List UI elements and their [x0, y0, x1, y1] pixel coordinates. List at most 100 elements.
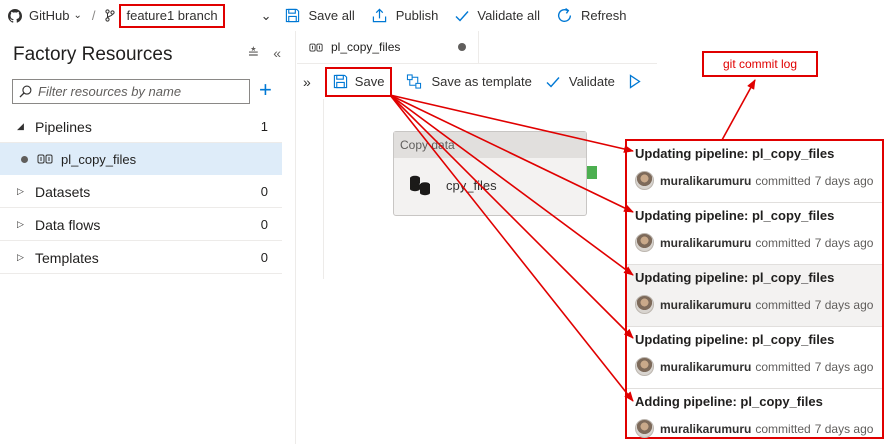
commit-time: 7 days ago	[814, 173, 874, 188]
filter-box[interactable]	[12, 79, 250, 104]
editor-tab-bar: pl_copy_files	[297, 31, 657, 63]
expanded-triangle-icon[interactable]: ◢	[17, 121, 35, 132]
tree-item-pipelines[interactable]: ◢ Pipelines 1	[0, 111, 282, 143]
panel-actions: ≛ «	[247, 45, 281, 62]
filter-input[interactable]	[38, 84, 238, 99]
tree-item-count: 1	[260, 119, 268, 134]
commit-time: 7 days ago	[814, 235, 874, 250]
publish-label: Publish	[395, 8, 439, 23]
save-icon	[333, 74, 347, 89]
validate-button[interactable]: Validate	[546, 74, 615, 89]
commit-action: committed	[755, 359, 811, 374]
double-chevron-left-icon[interactable]: «	[273, 45, 281, 62]
check-icon	[546, 76, 560, 88]
tree-item-label: Data flows	[35, 216, 101, 233]
save-icon	[286, 8, 300, 23]
tree-item-templates[interactable]: ▷ Templates 0	[0, 242, 282, 274]
refresh-icon	[558, 8, 572, 23]
debug-button[interactable]	[629, 74, 641, 89]
commit-action: committed	[755, 235, 811, 250]
refresh-button[interactable]: Refresh	[556, 0, 627, 31]
commit-meta: muralikarumuru committed 7 days ago	[635, 295, 873, 314]
activity-body: cpy_files	[394, 158, 586, 196]
repo-selector[interactable]: GitHub ⌄	[8, 0, 82, 31]
collapsed-triangle-icon[interactable]: ▷	[17, 186, 35, 197]
activity-type: Copy data	[394, 132, 586, 158]
collapse-icon[interactable]: ≛	[247, 45, 259, 62]
save-label: Save	[354, 74, 385, 89]
commit-action: committed	[755, 173, 811, 188]
commit-meta: muralikarumuru committed 7 days ago	[635, 419, 873, 438]
commit-author: muralikarumuru	[660, 235, 752, 250]
github-icon	[8, 8, 22, 23]
tab-label: pl_copy_files	[331, 40, 401, 54]
expand-icon[interactable]: »	[303, 74, 311, 90]
top-toolbar: GitHub ⌄ / feature1 branch ⌄ Save all Pu…	[0, 0, 656, 31]
tree-item-pl-copy-files[interactable]: pl_copy_files	[0, 143, 282, 175]
commit-action: committed	[755, 297, 811, 312]
save-as-template-label: Save as template	[431, 74, 532, 89]
tree-item-count: 0	[260, 184, 268, 199]
tab-pl-copy-files[interactable]: pl_copy_files	[297, 31, 479, 63]
breadcrumb-separator: /	[91, 8, 96, 23]
tree-item-label: Datasets	[35, 183, 91, 200]
save-all-button[interactable]: Save all	[285, 0, 355, 31]
commit-meta: muralikarumuru committed 7 days ago	[635, 357, 873, 376]
publish-icon	[372, 8, 386, 23]
commit-meta: muralikarumuru committed 7 days ago	[635, 171, 873, 190]
tree-item-label: pl_copy_files	[61, 151, 137, 167]
tree-item-data-flows[interactable]: ▷ Data flows 0	[0, 209, 282, 241]
avatar	[635, 419, 654, 438]
pipeline-action-bar: » Save Save as template Validate	[297, 63, 657, 99]
commit-item[interactable]: Updating pipeline: pl_copy_files muralik…	[627, 265, 882, 327]
commit-message: Updating pipeline: pl_copy_files	[635, 208, 835, 223]
commit-item[interactable]: Updating pipeline: pl_copy_files muralik…	[627, 141, 882, 203]
commit-log-list: Updating pipeline: pl_copy_files muralik…	[625, 139, 884, 439]
chevron-down-icon[interactable]: ⌄	[261, 8, 272, 24]
avatar	[635, 171, 654, 190]
tree-item-count: 0	[260, 250, 268, 265]
tree-item-label: Templates	[35, 249, 99, 266]
commit-item[interactable]: Updating pipeline: pl_copy_files muralik…	[627, 203, 882, 265]
commit-author: muralikarumuru	[660, 297, 752, 312]
tree-item-count: 0	[260, 217, 268, 232]
save-as-template-button[interactable]: Save as template	[406, 74, 532, 89]
branch-label: feature1 branch	[119, 3, 225, 28]
activity-name: cpy_files	[446, 177, 497, 193]
panel-title: Factory Resources	[13, 44, 173, 65]
commit-action: committed	[755, 421, 811, 436]
search-icon	[19, 85, 32, 98]
commit-time: 7 days ago	[814, 297, 874, 312]
unsaved-dot	[458, 43, 466, 51]
avatar	[635, 295, 654, 314]
save-button[interactable]: Save	[324, 66, 393, 97]
branch-icon	[105, 9, 116, 22]
commit-message: Updating pipeline: pl_copy_files	[635, 146, 835, 161]
template-icon	[407, 74, 422, 89]
refresh-label: Refresh	[581, 8, 627, 23]
commit-time: 7 days ago	[814, 421, 874, 436]
branch-selector[interactable]: feature1 branch ⌄	[105, 0, 271, 31]
plus-icon[interactable]: +	[259, 78, 272, 102]
validate-all-button[interactable]: Validate all	[455, 0, 540, 31]
commit-item[interactable]: Updating pipeline: pl_copy_files muralik…	[627, 327, 882, 389]
commit-time: 7 days ago	[814, 359, 874, 374]
success-output-handle[interactable]	[587, 166, 597, 179]
commit-message: Updating pipeline: pl_copy_files	[635, 332, 835, 347]
publish-button[interactable]: Publish	[372, 0, 439, 31]
avatar	[635, 233, 654, 252]
commit-message: Updating pipeline: pl_copy_files	[635, 270, 835, 285]
play-icon	[629, 74, 641, 89]
chevron-down-icon: ⌄	[73, 10, 82, 21]
check-icon	[455, 10, 469, 22]
collapsed-triangle-icon[interactable]: ▷	[17, 219, 35, 230]
copy-data-icon	[410, 175, 431, 196]
unsaved-dot	[21, 155, 28, 163]
copy-data-activity[interactable]: Copy data cpy_files	[393, 131, 587, 216]
pipeline-icon	[309, 43, 323, 51]
tree-item-datasets[interactable]: ▷ Datasets 0	[0, 176, 282, 208]
commit-item[interactable]: Adding pipeline: pl_copy_files muralikar…	[627, 389, 882, 444]
save-all-label: Save all	[308, 8, 355, 23]
collapsed-triangle-icon[interactable]: ▷	[17, 252, 35, 263]
arrow-to-git-label	[721, 79, 756, 141]
